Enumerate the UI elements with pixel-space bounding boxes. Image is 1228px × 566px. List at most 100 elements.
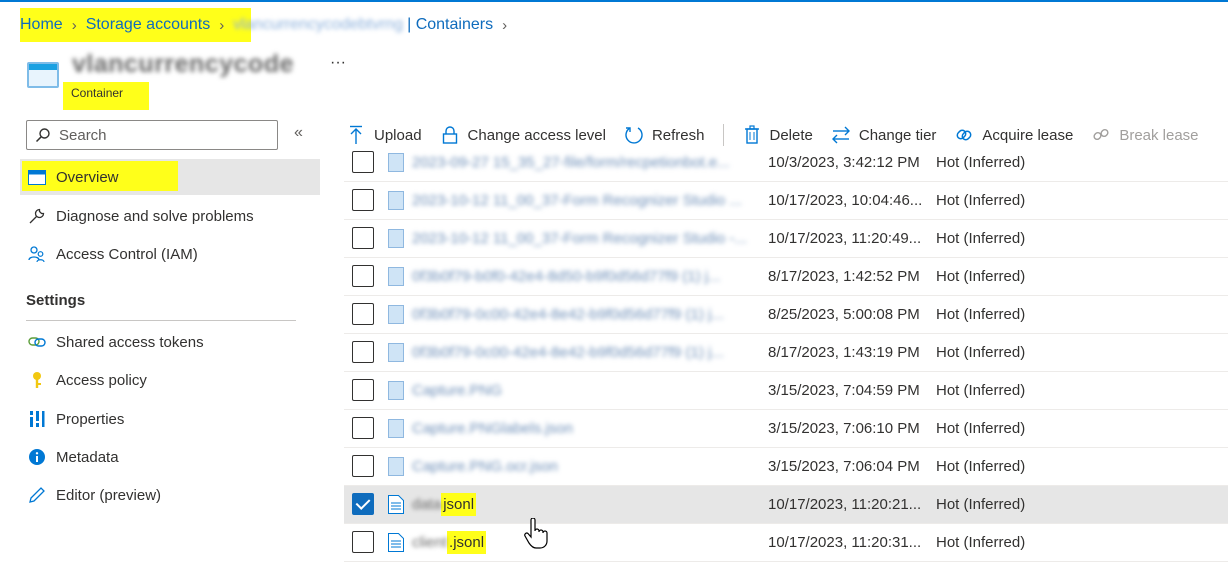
swap-arrows-icon [831,125,851,145]
delete-button[interactable]: Delete [742,125,813,145]
blob-name[interactable]: 0f3b0f79-0c00-42e4-8e42-b9f0d56d77f9 (1)… [412,344,762,361]
table-row[interactable]: Capture.PNG.ocr.json 3/15/2023, 7:06:04 … [344,448,1228,486]
hand-pointer-cursor [524,518,548,549]
blob-access-tier: Hot (Inferred) [936,154,1026,171]
blob-access-tier: Hot (Inferred) [936,534,1026,551]
sidebar-item-diagnose[interactable]: Diagnose and solve problems [20,198,320,234]
table-row-selected[interactable]: data jsonl 10/17/2023, 11:20:21... Hot (… [344,486,1228,524]
blob-name[interactable]: client .jsonl [412,531,487,554]
break-lease-label: Break lease [1119,126,1199,144]
collapse-sidebar-button[interactable]: « [294,124,303,142]
table-row[interactable]: Capture.PNG 3/15/2023, 7:04:59 PM Hot (I… [344,372,1228,410]
blob-access-tier: Hot (Inferred) [936,344,1026,361]
blob-modified: 3/15/2023, 7:06:10 PM [768,420,920,437]
row-checkbox[interactable] [352,151,374,173]
change-tier-button[interactable]: Change tier [831,125,937,145]
lease-link-icon [954,125,974,145]
breadcrumb-account[interactable]: vlancurrencycodebtvrng [233,16,403,34]
blob-access-tier: Hot (Inferred) [936,420,1026,437]
blob-access-tier: Hot (Inferred) [936,496,1026,513]
resource-type-label: Container [63,82,149,110]
image-file-icon [388,267,404,286]
toolbar-divider [722,124,724,146]
image-file-icon [388,343,404,362]
table-row[interactable]: 2023-10-12 11_00_37-Form Recognizer Stud… [344,220,1228,258]
table-row[interactable]: 2023-09-27 15_35_27-file/form/recpetionb… [344,144,1228,182]
table-row[interactable]: Capture.PNGlabels.json 3/15/2023, 7:06:1… [344,410,1228,448]
search-input[interactable]: Search [26,120,278,150]
change-access-level-button[interactable]: Change access level [440,125,606,145]
blob-name[interactable]: 0f3b0f79-b0f0-42e4-8d50-b9f0d56d77f9 (1)… [412,268,762,285]
chevron-right-icon: › [71,16,77,34]
document-file-icon [388,495,404,514]
breadcrumb-containers[interactable]: | Containers [407,16,493,34]
breadcrumb-storage-accounts[interactable]: Storage accounts [86,16,211,34]
table-row[interactable]: 0f3b0f79-0c00-42e4-8e42-b9f0d56d77f9 (1)… [344,296,1228,334]
sidebar-item-label: Diagnose and solve problems [56,207,254,225]
more-options-button[interactable]: ··· [330,54,346,72]
sidebar-item-shared-access-tokens[interactable]: Shared access tokens [20,324,320,360]
settings-heading: Settings [26,292,86,309]
row-checkbox[interactable] [352,303,374,325]
wrench-icon [28,207,46,225]
breadcrumb-home[interactable]: Home [20,16,63,34]
blob-modified: 10/17/2023, 10:04:46... [768,192,923,209]
row-checkbox[interactable] [352,189,374,211]
link-icon [28,333,46,351]
table-row[interactable]: 0f3b0f79-0c00-42e4-8e42-b9f0d56d77f9 (1)… [344,334,1228,372]
row-checkbox[interactable] [352,531,374,553]
blob-name[interactable]: 2023-09-27 15_35_27-file/form/recpetionb… [412,154,762,171]
row-checkbox-checked[interactable] [352,493,374,515]
change-tier-label: Change tier [858,126,937,144]
blob-access-tier: Hot (Inferred) [936,230,1026,247]
row-checkbox[interactable] [352,379,374,401]
row-checkbox[interactable] [352,341,374,363]
upload-button[interactable]: Upload [346,125,422,145]
blob-modified: 3/15/2023, 7:06:04 PM [768,458,920,475]
sidebar-item-properties[interactable]: Properties [20,401,320,437]
blob-access-tier: Hot (Inferred) [936,382,1026,399]
sidebar-item-access-policy[interactable]: Access policy [20,362,320,398]
blob-name-prefix: client [412,534,448,551]
sidebar-item-overview[interactable]: Overview [20,159,320,195]
upload-icon [346,125,366,145]
table-row[interactable]: client .jsonl 10/17/2023, 11:20:31... Ho… [344,524,1228,562]
sidebar-item-label: Properties [56,410,125,428]
delete-label: Delete [769,126,813,144]
row-checkbox[interactable] [352,455,374,477]
sidebar-item-iam[interactable]: Access Control (IAM) [20,236,320,272]
blob-name[interactable]: Capture.PNG [412,382,762,399]
row-checkbox[interactable] [352,227,374,249]
blob-name[interactable]: data jsonl [412,493,477,516]
image-file-icon [388,191,404,210]
blob-name[interactable]: 0f3b0f79-0c00-42e4-8e42-b9f0d56d77f9 (1)… [412,306,762,323]
blob-modified: 8/25/2023, 5:00:08 PM [768,306,920,323]
chevron-right-icon: › [219,16,225,34]
table-row[interactable]: 2023-10-12 11_00_37-Form Recognizer Stud… [344,182,1228,220]
blob-modified: 10/3/2023, 3:42:12 PM [768,154,920,171]
image-file-icon [388,381,404,400]
blob-name[interactable]: 2023-10-12 11_00_37-Form Recognizer Stud… [412,192,762,209]
sidebar-item-metadata[interactable]: Metadata [20,439,320,475]
document-file-icon [388,533,404,552]
row-checkbox[interactable] [352,265,374,287]
sidebar-item-label: Access policy [56,371,147,389]
sidebar-item-label: Metadata [56,448,119,466]
blob-name[interactable]: 2023-10-12 11_00_37-Form Recognizer Stud… [412,230,762,247]
blob-name[interactable]: Capture.PNG.ocr.json [412,458,762,475]
blob-name-suffix: .jsonl [447,531,487,554]
pencil-icon [28,486,46,504]
row-checkbox[interactable] [352,417,374,439]
refresh-icon [624,125,644,145]
sidebar-item-editor[interactable]: Editor (preview) [20,477,320,513]
acquire-lease-button[interactable]: Acquire lease [954,125,1073,145]
blob-name[interactable]: Capture.PNGlabels.json [412,420,762,437]
break-lease-button[interactable]: Break lease [1091,125,1199,145]
chevron-right-icon: › [502,16,508,34]
refresh-button[interactable]: Refresh [624,125,705,145]
search-icon [35,128,50,143]
broken-link-icon [1091,125,1111,145]
top-accent-line [0,0,1228,2]
table-row[interactable]: 0f3b0f79-b0f0-42e4-8d50-b9f0d56d77f9 (1)… [344,258,1228,296]
image-file-icon [388,305,404,324]
